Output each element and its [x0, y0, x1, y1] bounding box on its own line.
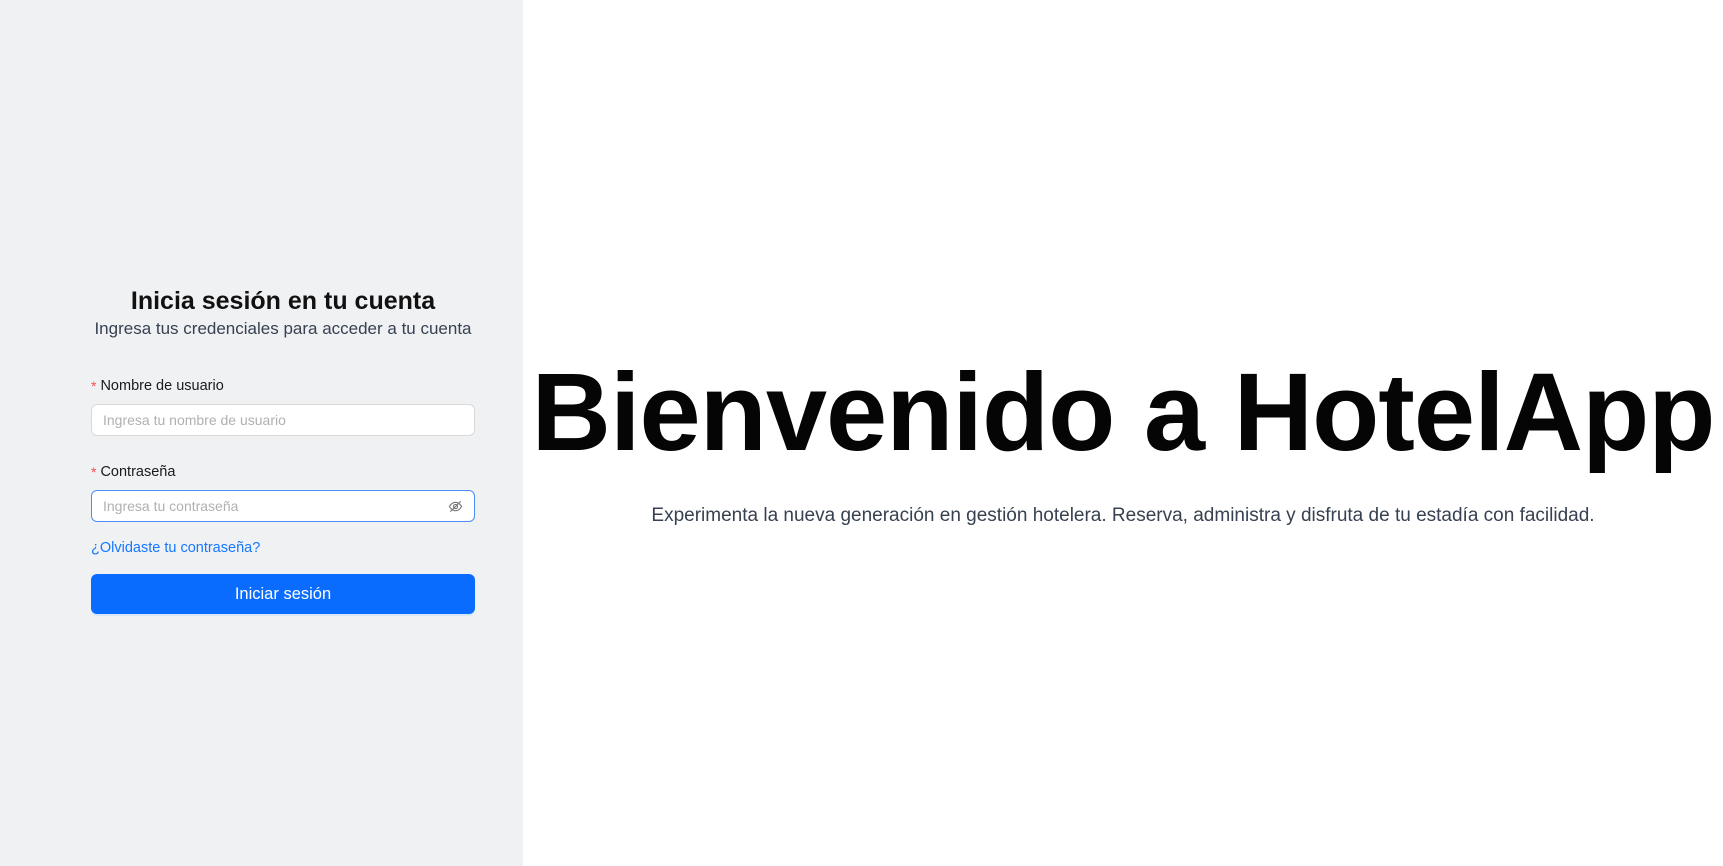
- password-field[interactable]: [91, 490, 475, 522]
- login-page: Inicia sesión en tu cuenta Ingresa tus c…: [0, 0, 1723, 866]
- username-field[interactable]: [91, 404, 475, 436]
- hero-panel: Bienvenido a HotelApp Experimenta la nue…: [523, 0, 1723, 866]
- login-subtitle: Ingresa tus credenciales para acceder a …: [94, 319, 472, 338]
- forgot-password-link[interactable]: ¿Olvidaste tu contraseña?: [91, 539, 260, 557]
- password-label: * Contraseña: [91, 463, 175, 481]
- hero-subtitle: Experimenta la nueva generación en gesti…: [651, 505, 1595, 526]
- username-input[interactable]: [103, 409, 463, 431]
- login-button[interactable]: Iniciar sesión: [91, 574, 475, 614]
- username-label: * Nombre de usuario: [91, 377, 224, 395]
- password-label-text: Contraseña: [100, 464, 176, 480]
- eye-invisible-icon[interactable]: [447, 498, 463, 514]
- username-label-text: Nombre de usuario: [100, 378, 224, 394]
- login-title: Inicia sesión en tu cuenta: [130, 287, 436, 315]
- password-input[interactable]: [103, 495, 447, 517]
- required-mark: *: [91, 378, 97, 394]
- login-form: Inicia sesión en tu cuenta Ingresa tus c…: [91, 286, 475, 614]
- login-panel: Inicia sesión en tu cuenta Ingresa tus c…: [0, 0, 523, 866]
- hero-title: Bienvenido a HotelApp: [531, 351, 1716, 474]
- required-mark: *: [91, 464, 97, 480]
